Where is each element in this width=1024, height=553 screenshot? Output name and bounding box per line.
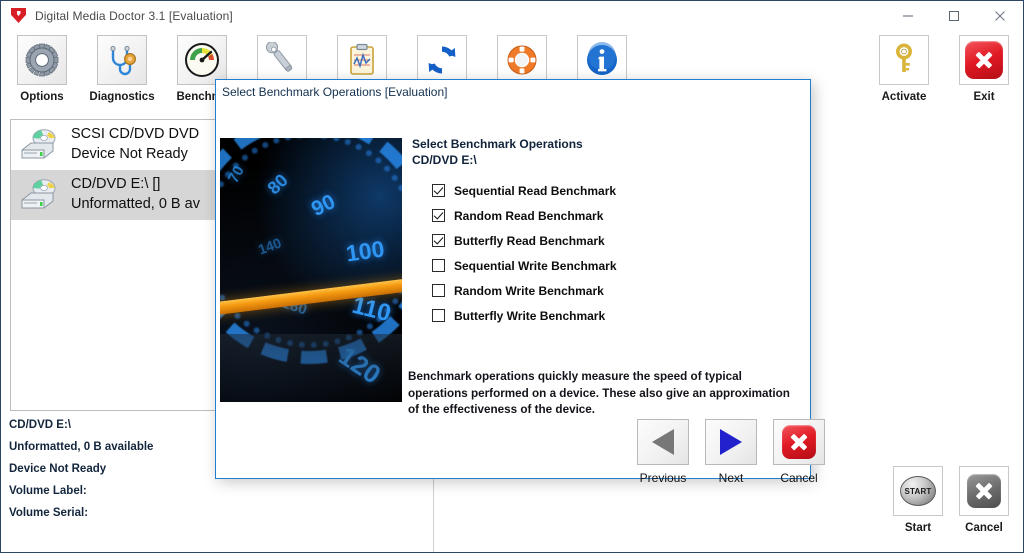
toolbar-label-options: Options bbox=[20, 91, 64, 103]
cd-dvd-drive-icon bbox=[21, 179, 56, 209]
device-status: Device Not Ready bbox=[71, 146, 188, 162]
gray-x-icon bbox=[959, 466, 1009, 516]
window-controls bbox=[885, 1, 1023, 31]
checkbox-box[interactable] bbox=[432, 284, 445, 297]
triangle-right-icon bbox=[705, 419, 757, 465]
checkbox-label: Butterfly Read Benchmark bbox=[454, 233, 605, 248]
shield-icon bbox=[11, 8, 27, 24]
start-icon: START bbox=[893, 466, 943, 516]
key-icon bbox=[879, 35, 929, 85]
lifesaver-icon bbox=[497, 35, 547, 85]
device-name: CD/DVD E:\ [] bbox=[71, 176, 161, 193]
cancel-button-label: Cancel bbox=[965, 522, 1003, 534]
toolbar-label-exit: Exit bbox=[973, 91, 995, 103]
clipboard-report-icon bbox=[337, 35, 387, 85]
checkbox-random-read[interactable]: Random Read Benchmark bbox=[432, 203, 617, 228]
dialog-button-bar: Previous Next Cancel bbox=[634, 419, 828, 485]
triangle-left-icon bbox=[637, 419, 689, 465]
checkbox-label: Random Write Benchmark bbox=[454, 283, 604, 298]
dialog-body: 70 80 90 100 110 120 140 180 Select Benc… bbox=[216, 104, 825, 485]
dialog-cancel-label: Cancel bbox=[780, 471, 818, 485]
gear-icon bbox=[17, 35, 67, 85]
device-name: SCSI CD/DVD DVD bbox=[71, 126, 200, 143]
status-line-volume-label: Volume Label: bbox=[9, 485, 87, 497]
minimize-icon[interactable] bbox=[885, 1, 931, 31]
dialog-cancel-button[interactable]: Cancel bbox=[770, 419, 828, 485]
benchmark-options-list: Sequential Read Benchmark Random Read Be… bbox=[432, 178, 617, 328]
start-button-label: Start bbox=[904, 522, 932, 534]
checkbox-label: Random Read Benchmark bbox=[454, 208, 604, 223]
checkbox-box[interactable] bbox=[432, 309, 445, 322]
device-text: SCSI CD/DVD DVD Device Not Ready bbox=[71, 125, 199, 164]
dialog-description: Benchmark operations quickly measure the… bbox=[408, 370, 790, 417]
window-titlebar: Digital Media Doctor 3.1 [Evaluation] bbox=[1, 1, 1023, 31]
previous-button-label: Previous bbox=[639, 471, 687, 485]
checkbox-label: Sequential Write Benchmark bbox=[454, 258, 617, 273]
dialog-heading-line2: CD/DVD E:\ bbox=[412, 153, 477, 168]
toolbar-label-activate: Activate bbox=[881, 91, 927, 103]
dialog-title: Select Benchmark Operations [Evaluation] bbox=[222, 85, 448, 99]
window-title: Digital Media Doctor 3.1 [Evaluation] bbox=[35, 9, 233, 23]
panel-divider bbox=[433, 471, 434, 552]
cd-dvd-drive-icon bbox=[21, 129, 56, 159]
device-text: CD/DVD E:\ [] Unformatted, 0 B av bbox=[71, 175, 200, 214]
toolbar-label-diagnostics: Diagnostics bbox=[89, 91, 155, 103]
speedometer-icon bbox=[177, 35, 227, 85]
checkbox-label: Sequential Read Benchmark bbox=[454, 183, 617, 198]
dialog-titlebar: Select Benchmark Operations [Evaluation] bbox=[216, 80, 810, 104]
checkbox-box[interactable] bbox=[432, 259, 445, 272]
benchmark-dialog: Select Benchmark Operations [Evaluation]… bbox=[215, 79, 825, 485]
red-x-icon bbox=[959, 35, 1009, 85]
cancel-button[interactable]: Cancel bbox=[945, 466, 1023, 534]
checkbox-sequential-read[interactable]: Sequential Read Benchmark bbox=[432, 178, 617, 203]
checkbox-box[interactable] bbox=[432, 234, 445, 247]
speedometer-photo: 70 80 90 100 110 120 140 180 bbox=[220, 138, 402, 402]
dialog-heading: Select Benchmark Operations CD/DVD E:\ bbox=[412, 136, 583, 168]
application-window: Digital Media Doctor 3.1 [Evaluation] SO… bbox=[0, 0, 1024, 553]
maximize-icon[interactable] bbox=[931, 1, 977, 31]
device-status: Unformatted, 0 B av bbox=[71, 196, 200, 212]
checkbox-butterfly-read[interactable]: Butterfly Read Benchmark bbox=[432, 228, 617, 253]
refresh-icon bbox=[417, 35, 467, 85]
close-icon[interactable] bbox=[977, 1, 1023, 31]
toolbar-button-options[interactable]: Options bbox=[3, 35, 81, 103]
wrench-icon bbox=[257, 35, 307, 85]
toolbar-button-activate[interactable]: Activate bbox=[865, 35, 943, 103]
next-button-label: Next bbox=[718, 471, 744, 485]
checkbox-sequential-write[interactable]: Sequential Write Benchmark bbox=[432, 253, 617, 278]
toolbar-button-exit[interactable]: Exit bbox=[945, 35, 1023, 103]
stethoscope-icon bbox=[97, 35, 147, 85]
next-button[interactable]: Next bbox=[702, 419, 760, 485]
checkbox-random-write[interactable]: Random Write Benchmark bbox=[432, 278, 617, 303]
checkbox-butterfly-write[interactable]: Butterfly Write Benchmark bbox=[432, 303, 617, 328]
speedometer-tick-100: 100 bbox=[344, 235, 386, 267]
dialog-heading-line1: Select Benchmark Operations bbox=[412, 137, 583, 151]
red-x-icon bbox=[773, 419, 825, 465]
info-icon bbox=[577, 35, 627, 85]
toolbar-button-diagnostics[interactable]: Diagnostics bbox=[83, 35, 161, 103]
checkbox-box[interactable] bbox=[432, 184, 445, 197]
checkbox-label: Butterfly Write Benchmark bbox=[454, 308, 606, 323]
checkbox-box[interactable] bbox=[432, 209, 445, 222]
status-line-volume-serial: Volume Serial: bbox=[9, 507, 89, 519]
previous-button[interactable]: Previous bbox=[634, 419, 692, 485]
